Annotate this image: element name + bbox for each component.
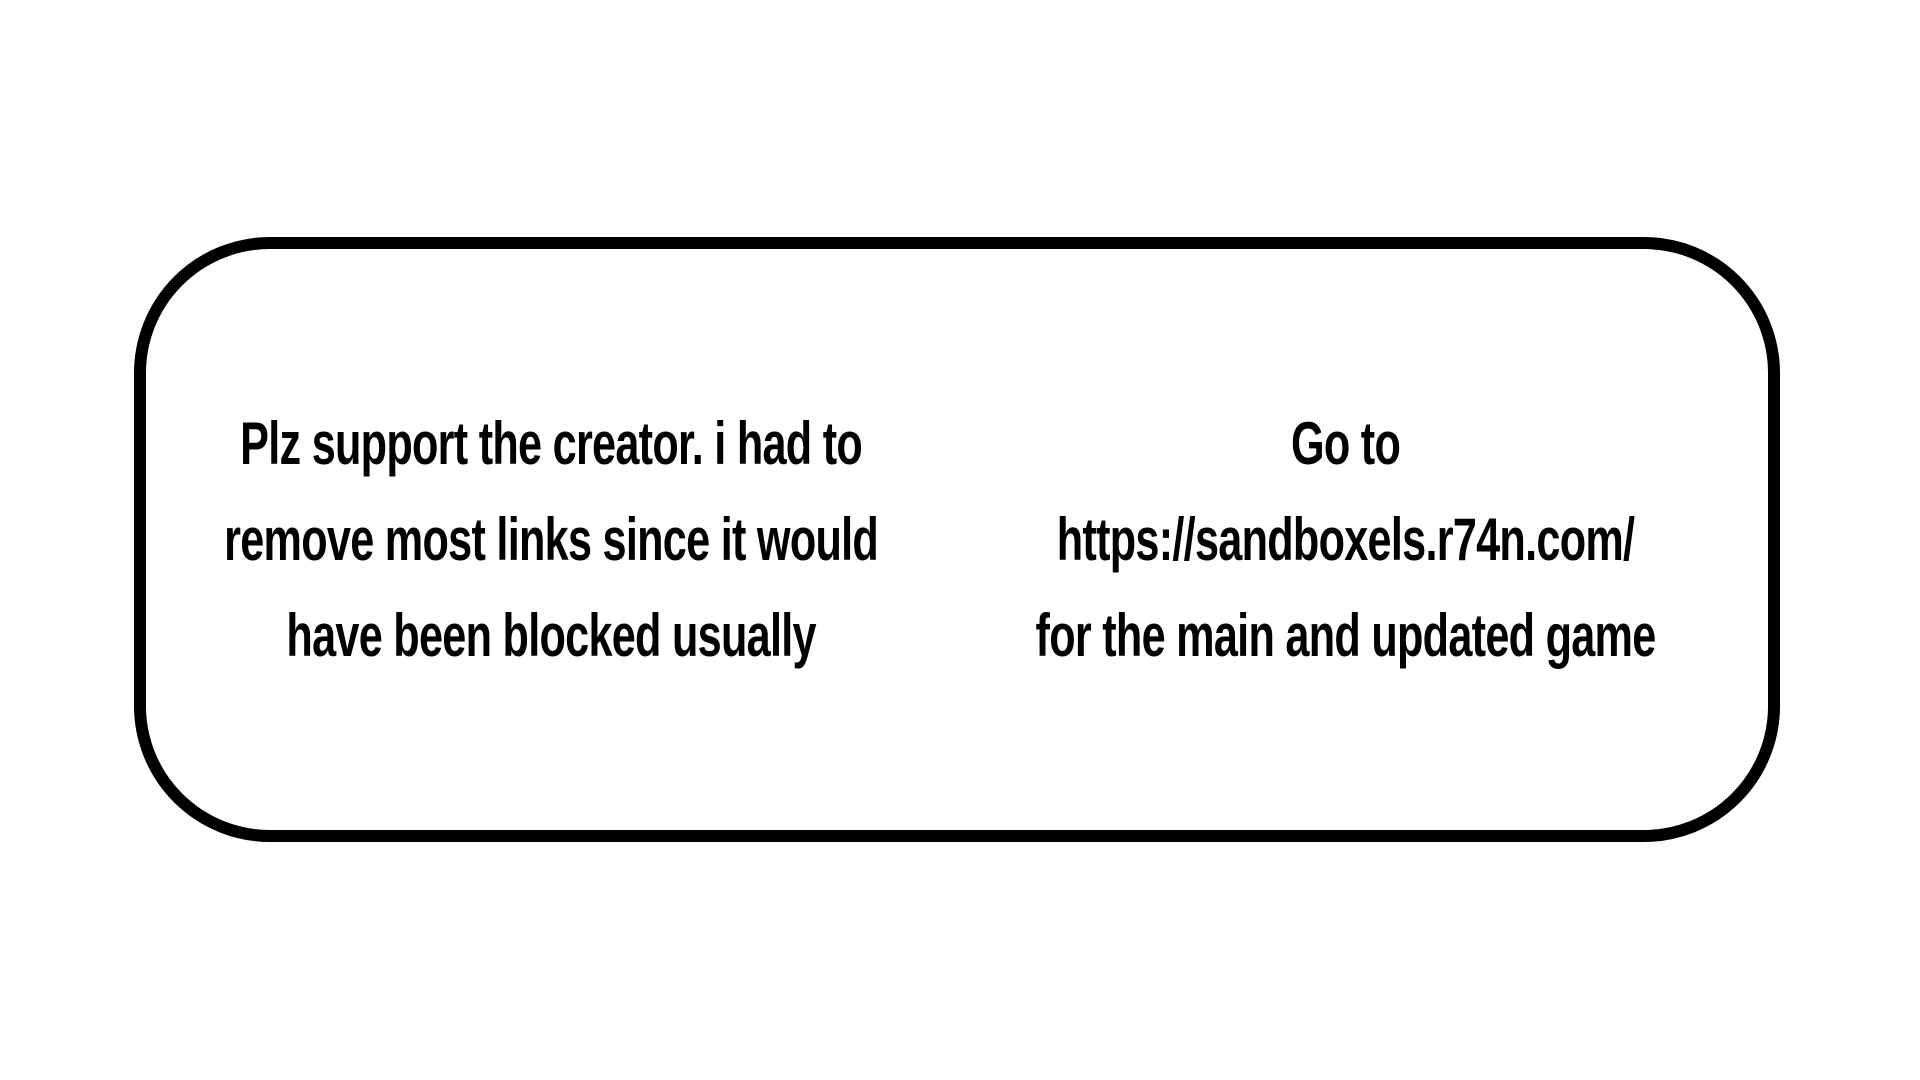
support-message-line-1: Plz support the creator. i had to xyxy=(240,409,863,477)
redirect-message-column: Go to https://sandboxels.r74n.com/ for t… xyxy=(996,249,1696,830)
redirect-message-line-3: for the main and updated game xyxy=(1036,601,1657,669)
support-message: Plz support the creator. i had to remove… xyxy=(224,396,879,684)
redirect-message-line-1: Go to xyxy=(1291,409,1401,477)
notice-frame: Plz support the creator. i had to remove… xyxy=(134,237,1780,842)
redirect-url: https://sandboxels.r74n.com/ xyxy=(1057,505,1635,573)
redirect-message: Go to https://sandboxels.r74n.com/ for t… xyxy=(1036,396,1657,684)
support-message-line-3: have been blocked usually xyxy=(286,601,816,669)
support-message-line-2: remove most links since it would xyxy=(224,505,879,573)
support-message-column: Plz support the creator. i had to remove… xyxy=(196,249,906,830)
